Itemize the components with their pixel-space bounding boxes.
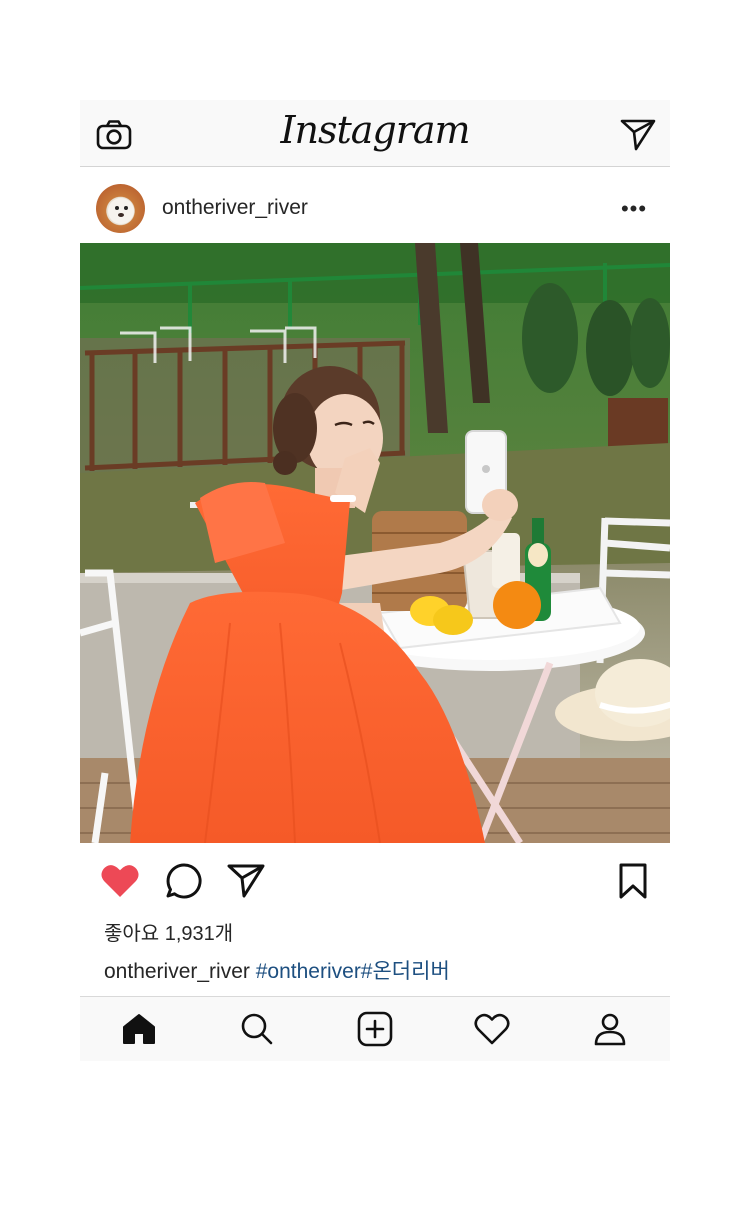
post-photo[interactable]	[80, 243, 670, 843]
caption-username[interactable]: ontheriver_river	[104, 960, 250, 983]
search-icon[interactable]	[238, 1010, 276, 1048]
profile-icon[interactable]	[591, 1010, 629, 1048]
instagram-post-frame: Instagram ontheriver_river ••• 좋아요 1,931…	[80, 100, 670, 1061]
share-icon[interactable]	[226, 861, 266, 901]
avatar-eye	[124, 206, 128, 210]
caption: ontheriver_river #ontheriver#온더리버	[104, 955, 450, 985]
bottom-nav	[80, 996, 670, 1061]
avatar-eye	[115, 206, 119, 210]
bookmark-icon[interactable]	[613, 861, 653, 901]
home-icon[interactable]	[120, 1010, 158, 1048]
add-post-icon[interactable]	[356, 1010, 394, 1048]
post-actions	[80, 843, 670, 917]
photo-illustration	[80, 243, 670, 843]
avatar[interactable]	[96, 184, 145, 233]
avatar-nose	[118, 213, 124, 217]
comment-icon[interactable]	[164, 861, 204, 901]
post-username[interactable]: ontheriver_river	[162, 196, 308, 220]
avatar-face	[108, 198, 134, 224]
heart-icon[interactable]	[100, 861, 140, 901]
post-header: ontheriver_river •••	[80, 167, 670, 243]
caption-hashtags[interactable]: #ontheriver#온더리버	[256, 960, 450, 983]
activity-heart-icon[interactable]	[473, 1010, 511, 1048]
likes-count[interactable]: 좋아요 1,931개	[104, 917, 233, 946]
top-bar: Instagram	[80, 100, 670, 167]
direct-send-icon[interactable]	[620, 117, 656, 153]
instagram-logo: Instagram	[280, 108, 470, 152]
more-options-icon[interactable]: •••	[621, 197, 646, 221]
